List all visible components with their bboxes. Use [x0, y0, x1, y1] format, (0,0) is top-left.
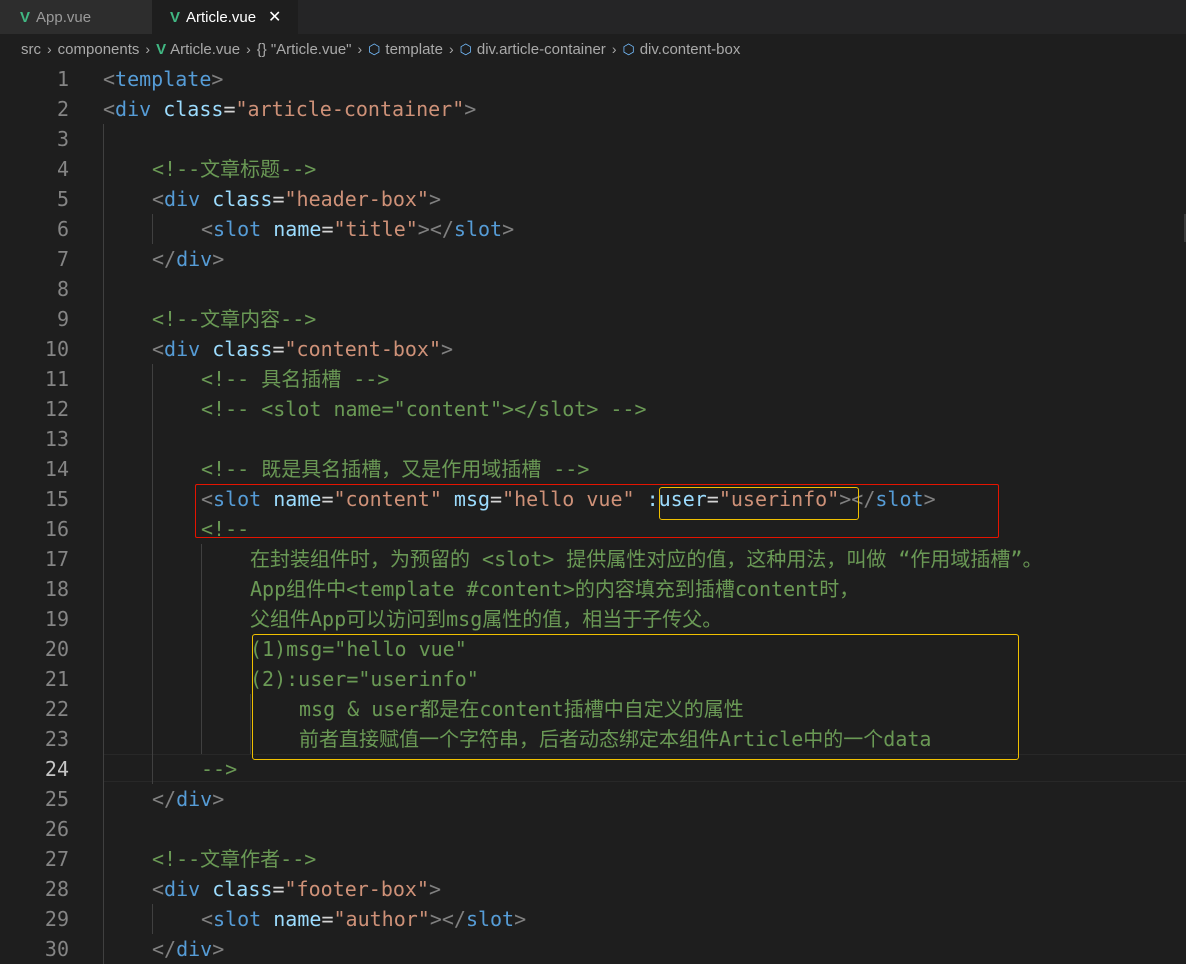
vue-icon: V [170, 8, 181, 26]
breadcrumb-container[interactable]: ⬡ div.article-container [460, 41, 606, 58]
breadcrumb-contentbox-label: div.content-box [639, 40, 741, 58]
code-line-6: <slot name="title"></slot> [201, 217, 515, 241]
line-number: 26 [44, 817, 69, 841]
vue-icon: V [20, 8, 31, 26]
breadcrumb-src[interactable]: src [21, 41, 41, 58]
chevron-right-icon: › [357, 41, 363, 57]
line-number: 8 [56, 277, 69, 301]
vue-icon: V [156, 40, 167, 58]
breadcrumb-container-label: div.article-container [476, 40, 606, 58]
editor-tab-bar: V App.vue V Article.vue ✕ [0, 0, 1186, 34]
code-line-19: 父组件App可以访问到msg属性的值，相当于子传父。 [250, 607, 723, 631]
chevron-right-icon: › [47, 41, 52, 57]
code-line-5: <div class="header-box"> [152, 187, 442, 211]
tab-label: Article.vue [186, 8, 257, 26]
highlight-box-red [195, 484, 999, 538]
chevron-right-icon: › [145, 41, 151, 57]
code-line-7: </div> [152, 247, 225, 271]
code-line-4: <!--文章标题--> [152, 157, 317, 181]
highlight-box-user-attr [659, 487, 859, 520]
code-line-1: <template> [103, 67, 224, 91]
code-line-2: <div class="article-container"> [103, 97, 477, 121]
breadcrumb-file[interactable]: V Article.vue [156, 41, 240, 58]
code-line-24: --> [201, 757, 238, 781]
chevron-right-icon: › [611, 41, 617, 57]
code-line-25: </div> [152, 787, 225, 811]
code-editor[interactable]: 1 2 3 4 5 6 7 8 9 10 11 12 13 14 15 16 17 18 19 20 21 22 23 24 2… [0, 64, 1186, 964]
breadcrumb-template-label: template [385, 40, 443, 58]
tab-app-vue[interactable]: V App.vue [0, 0, 152, 34]
cube-icon: ⬡ [622, 40, 635, 57]
code-line-14: <!-- 既是具名插槽，又是作用域插槽 --> [201, 457, 590, 481]
line-number: 13 [44, 427, 69, 451]
code-line-12: <!-- <slot name="content"></slot> --> [201, 397, 647, 421]
chevron-right-icon: › [448, 41, 454, 57]
cube-icon: ⬡ [368, 40, 381, 57]
tab-article-vue[interactable]: V Article.vue ✕ [152, 0, 298, 34]
braces-icon: {} [256, 40, 267, 58]
code-line-17: 在封装组件时，为预留的 <slot> 提供属性对应的值，这种用法，叫做 “作用域… [250, 547, 1043, 571]
highlight-box-notes [252, 634, 1019, 760]
line-number: 3 [56, 127, 69, 151]
breadcrumb-template[interactable]: ⬡ template [368, 41, 443, 58]
code-line-29: <slot name="author"></slot> [201, 907, 527, 931]
breadcrumb-components[interactable]: components [58, 41, 140, 58]
breadcrumb: src › components › V Article.vue › {} "A… [0, 34, 1186, 64]
breadcrumb-component-label: "Article.vue" [270, 40, 352, 58]
code-line-28: <div class="footer-box"> [152, 877, 442, 901]
close-icon[interactable]: ✕ [268, 7, 281, 27]
cube-icon: ⬡ [459, 40, 472, 57]
code-line-27: <!--文章作者--> [152, 847, 317, 871]
code-line-9: <!--文章内容--> [152, 307, 317, 331]
code-line-11: <!-- 具名插槽 --> [201, 367, 390, 391]
code-line-10: <div class="content-box"> [152, 337, 454, 361]
code-line-18: App组件中<template #content>的内容填充到插槽content… [250, 577, 860, 601]
breadcrumb-contentbox[interactable]: ⬡ div.content-box [622, 41, 740, 58]
breadcrumb-file-label: Article.vue [170, 40, 241, 58]
breadcrumb-component[interactable]: {} "Article.vue" [257, 41, 352, 58]
tab-label: App.vue [36, 8, 92, 26]
code-line-30: </div> [152, 937, 225, 961]
chevron-right-icon: › [246, 41, 251, 57]
